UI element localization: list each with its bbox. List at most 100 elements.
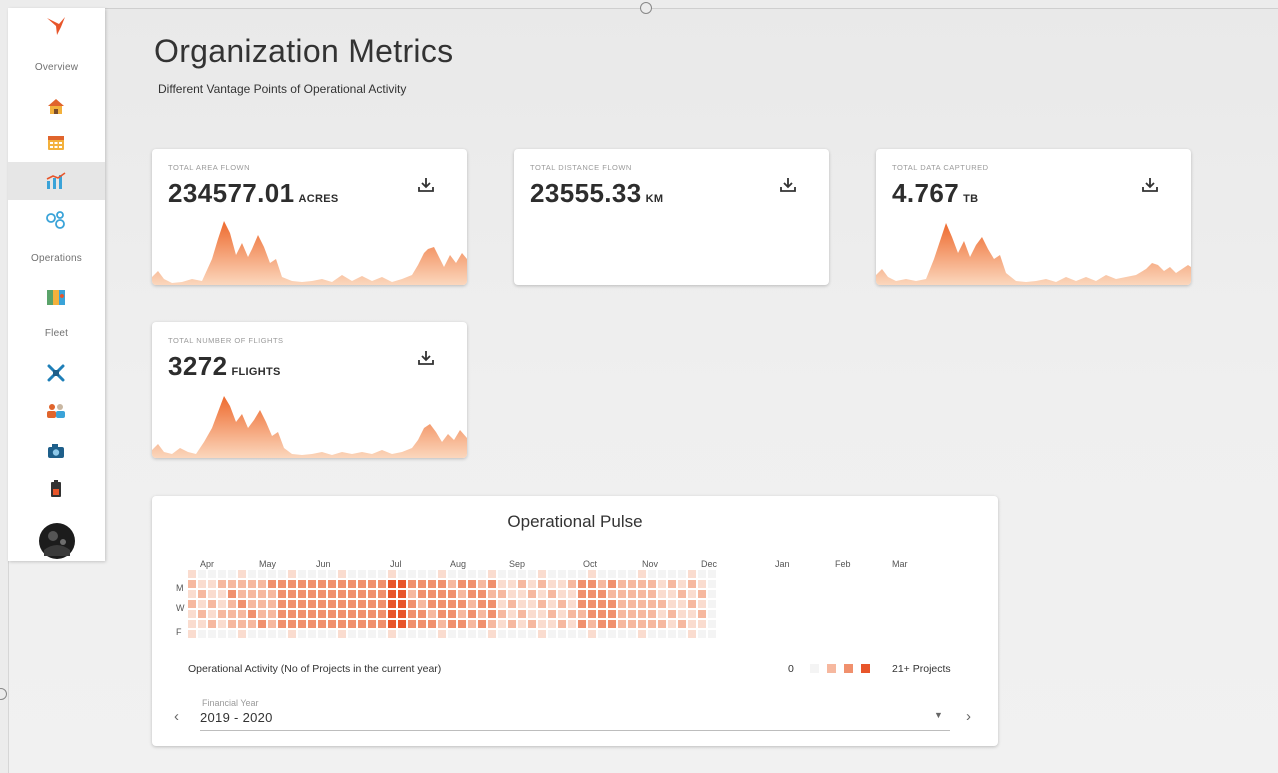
heatmap-cell [648, 630, 656, 638]
heatmap-cell [658, 620, 666, 628]
heatmap-cell [388, 580, 396, 588]
heatmap-cell [418, 580, 426, 588]
heatmap-cell [428, 600, 436, 608]
download-icon[interactable] [778, 175, 798, 195]
calendar-icon[interactable] [44, 130, 68, 154]
heatmap-cell [248, 570, 256, 578]
operations-network-icon[interactable] [44, 208, 68, 232]
heatmap-cell [708, 590, 716, 598]
metric-card-flights: TOTAL NUMBER OF FLIGHTS 3272 FLIGHTS [152, 322, 467, 458]
heatmap-cell [388, 590, 396, 598]
heatmap-cell [418, 590, 426, 598]
legend-swatch-0 [810, 664, 819, 673]
metric-label: TOTAL NUMBER OF FLIGHTS [168, 336, 284, 345]
heatmap-cell [578, 590, 586, 598]
heatmap-cell [238, 600, 246, 608]
heatmap-cell [708, 610, 716, 618]
heatmap-cell [368, 570, 376, 578]
heatmap-cell [218, 600, 226, 608]
heatmap-cell [198, 620, 206, 628]
heatmap-cell [298, 570, 306, 578]
month-label: Nov [642, 559, 659, 569]
heatmap-cell [288, 570, 296, 578]
sidebar-section-fleet: Fleet [44, 328, 69, 339]
heatmap-cell [228, 570, 236, 578]
sidebar-section-operations: Operations [31, 253, 82, 264]
metric-unit: ACRES [298, 193, 339, 205]
month-label: Oct [583, 559, 598, 569]
download-icon[interactable] [416, 348, 436, 368]
heatmap-cell [658, 600, 666, 608]
heatmap-cell [438, 610, 446, 618]
heatmap-cell [468, 630, 476, 638]
heatmap-cell [408, 610, 416, 618]
next-year-button[interactable]: › [966, 708, 971, 725]
battery-icon[interactable] [44, 477, 68, 501]
user-avatar[interactable] [38, 522, 76, 560]
pilots-icon[interactable] [44, 399, 68, 423]
heatmap-cell [238, 580, 246, 588]
heatmap-cell [668, 570, 676, 578]
resize-handle-left[interactable] [0, 688, 7, 700]
heatmap-cell [598, 590, 606, 598]
heatmap-cell [308, 570, 316, 578]
heatmap-cell [378, 570, 386, 578]
heatmap-cell [508, 630, 516, 638]
month-label: Feb [835, 559, 851, 569]
heatmap-cell [618, 610, 626, 618]
heatmap-cell [218, 610, 226, 618]
heatmap-cell [398, 570, 406, 578]
heatmap-cell [448, 580, 456, 588]
heatmap-cell [288, 620, 296, 628]
heatmap-cell [558, 580, 566, 588]
logo-bird-icon[interactable] [44, 14, 68, 38]
heatmap-cell [398, 600, 406, 608]
heatmap-cell [708, 620, 716, 628]
download-icon[interactable] [416, 175, 436, 195]
heatmap-cell [208, 600, 216, 608]
resize-handle-top[interactable] [640, 2, 652, 14]
heatmap-caption: Operational Activity (No of Projects in … [188, 663, 442, 675]
heatmap-cell [228, 580, 236, 588]
heatmap-cell [598, 600, 606, 608]
map-icon[interactable] [44, 285, 68, 309]
heatmap-cell [578, 570, 586, 578]
camera-icon[interactable] [44, 439, 68, 463]
analytics-icon[interactable] [44, 169, 68, 193]
financial-year-select[interactable]: 2019 - 2020 [200, 710, 273, 725]
drone-icon[interactable] [44, 361, 68, 385]
heatmap-cell [588, 620, 596, 628]
heatmap-cell [458, 590, 466, 598]
heatmap-cell [348, 600, 356, 608]
heatmap-cell [208, 580, 216, 588]
heatmap-cell [678, 590, 686, 598]
metric-card-area: TOTAL AREA FLOWN 234577.01 ACRES [152, 149, 467, 285]
metric-value: 3272 FLIGHTS [168, 351, 281, 382]
heatmap-cell [248, 600, 256, 608]
heatmap-cell [468, 590, 476, 598]
heatmap-cell [478, 630, 486, 638]
heatmap-cell [668, 620, 676, 628]
heatmap-cell [638, 570, 646, 578]
heatmap-cell [468, 600, 476, 608]
heatmap-cell [288, 630, 296, 638]
pulse-title: Operational Pulse [507, 512, 643, 531]
heatmap-cell [358, 630, 366, 638]
home-icon[interactable] [44, 94, 68, 118]
heatmap-cell [278, 600, 286, 608]
legend-max-label: 21+ Projects [892, 663, 951, 675]
heatmap-cell [678, 610, 686, 618]
heatmap-cell [358, 590, 366, 598]
window-left-edge [8, 560, 9, 773]
heatmap-cell [498, 610, 506, 618]
dropdown-caret-icon[interactable]: ▼ [934, 710, 943, 720]
heatmap-cell [288, 610, 296, 618]
heatmap-cell [578, 600, 586, 608]
heatmap-cell [278, 630, 286, 638]
download-icon[interactable] [1140, 175, 1160, 195]
heatmap-cell [208, 570, 216, 578]
heatmap-cell [588, 570, 596, 578]
heatmap-cell [628, 620, 636, 628]
prev-year-button[interactable]: ‹ [174, 708, 179, 725]
heatmap-cell [548, 580, 556, 588]
